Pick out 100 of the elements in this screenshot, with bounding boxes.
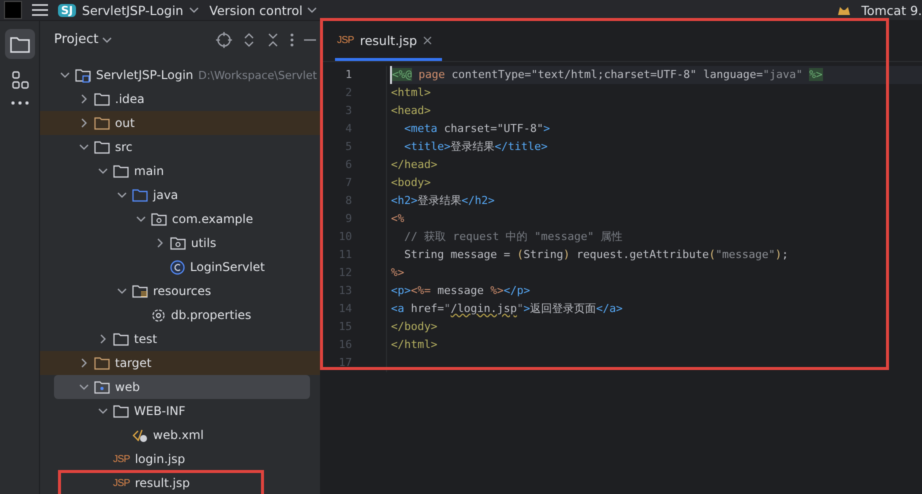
tree-item[interactable]: LoginServlet — [40, 255, 320, 279]
chevron-right-icon[interactable] — [155, 238, 165, 248]
code-line: <h2>登录结果</h2> — [391, 194, 495, 207]
tree-item[interactable]: ServletJSP-Login D:\Workspace\Servlet — [40, 63, 320, 87]
folder-icon — [113, 164, 129, 178]
code-line: // 获取 request 中的 "message" 属性 — [403, 230, 623, 243]
chevron-down-icon[interactable] — [117, 286, 127, 296]
chevron-down-icon[interactable] — [98, 166, 108, 176]
folder-icon — [113, 332, 129, 346]
minimize-icon[interactable] — [304, 38, 316, 42]
chevron-down-icon[interactable] — [79, 382, 89, 392]
code-line: <body> — [391, 176, 431, 189]
chevron-right-icon[interactable] — [79, 94, 89, 104]
chevron-right-icon[interactable] — [79, 118, 89, 128]
folder-icon — [94, 356, 110, 370]
tree-item[interactable]: web.xml — [40, 423, 320, 447]
target-icon[interactable] — [216, 32, 232, 48]
tree-item-label: WEB-INF — [134, 404, 186, 418]
tree-item[interactable]: com.example — [40, 207, 320, 231]
chevron-down-icon[interactable] — [98, 406, 108, 416]
version-control-menu[interactable]: Version control — [209, 2, 317, 18]
tree-item-label: login.jsp — [134, 452, 186, 466]
project-selector[interactable]: SJ ServletJSP-Login — [58, 2, 200, 18]
cat-icon — [837, 4, 852, 16]
tree-item[interactable]: db.properties — [40, 303, 320, 327]
collapse-icon[interactable] — [266, 32, 280, 48]
folder-icon — [94, 116, 110, 130]
tree-item-label: src — [115, 140, 133, 154]
class-icon — [170, 260, 185, 274]
package-icon — [170, 236, 186, 250]
xml-file-icon — [132, 428, 148, 442]
code-line: %> — [391, 266, 404, 279]
chevron-down-icon[interactable] — [189, 5, 200, 15]
tree-item-label: .idea — [115, 92, 145, 106]
settings-icon — [151, 308, 166, 322]
tree-item[interactable]: target — [40, 351, 320, 375]
tree-item[interactable]: main — [40, 159, 320, 183]
code-line: <head> — [391, 104, 431, 117]
chevron-right-icon[interactable] — [79, 358, 89, 368]
code-line: </html> — [391, 338, 438, 351]
tree-item-label: target — [115, 356, 152, 370]
tree-item-label: out — [115, 116, 135, 130]
project-path: D:\Workspace\Servlet — [198, 68, 317, 82]
chevron-down-icon[interactable] — [60, 70, 70, 80]
chevron-down-icon[interactable] — [117, 190, 127, 200]
tree-item-label: result.jsp — [134, 476, 190, 490]
expand-icon[interactable] — [242, 32, 256, 48]
jsp-file-icon: JSP — [113, 454, 130, 464]
chevron-down-icon[interactable] — [306, 5, 317, 15]
web-folder-icon — [94, 380, 110, 394]
tree-item[interactable]: java — [40, 183, 320, 207]
options-icon[interactable] — [290, 32, 294, 48]
code-line: String message = (String) request.getAttribute("message"); — [403, 248, 788, 261]
tree-item[interactable]: .idea — [40, 87, 320, 111]
code-line: <% — [391, 212, 404, 225]
tree-item[interactable]: out — [40, 111, 320, 135]
tree-item-label: utils — [191, 236, 216, 250]
close-icon[interactable] — [423, 36, 432, 45]
code-line: </body> — [391, 320, 438, 333]
tree-item-label: resources — [153, 284, 212, 298]
tree-item[interactable]: test — [40, 327, 320, 351]
line-number: 1 — [344, 67, 353, 83]
code-line: <meta charset="UTF-8"> — [403, 122, 550, 135]
chevron-down-icon[interactable] — [79, 142, 89, 152]
structure-icon[interactable] — [10, 71, 28, 89]
panel-title[interactable]: Project — [54, 32, 98, 47]
tree-item-label: web.xml — [153, 428, 204, 442]
project-tool-button[interactable] — [4, 29, 34, 59]
tree-item[interactable]: utils — [40, 231, 320, 255]
tree-item-label: java — [153, 188, 178, 202]
folder-icon — [94, 140, 110, 154]
code-line: <title>登录结果</title> — [403, 140, 548, 153]
menu-icon[interactable] — [32, 4, 48, 16]
code-line: <a href="/login.jsp">返回登录页面</a> — [391, 302, 623, 315]
project-icon — [75, 68, 91, 82]
tree-item[interactable]: JSP login.jsp — [40, 447, 320, 471]
package-icon — [151, 212, 167, 226]
tree-item[interactable]: resources — [40, 279, 320, 303]
chevron-down-icon[interactable] — [136, 214, 146, 224]
folder-icon — [94, 92, 110, 106]
tree-item-label: db.properties — [171, 308, 252, 322]
tree-item-label: web — [115, 380, 140, 394]
tree-item[interactable]: src — [40, 135, 320, 159]
tree-item-label: test — [134, 332, 158, 346]
more-icon[interactable] — [10, 101, 28, 105]
resources-folder-icon — [132, 284, 148, 298]
jsp-file-icon: JSP — [113, 478, 130, 488]
chevron-right-icon[interactable] — [98, 334, 108, 344]
tree-item[interactable]: JSP result.jsp — [40, 471, 320, 494]
code-line: <html> — [391, 86, 431, 99]
jsp-file-icon: JSP — [337, 35, 354, 46]
folder-icon — [10, 36, 30, 52]
tree-item[interactable]: web — [54, 375, 310, 399]
folder-icon — [113, 404, 129, 418]
tree-item-label: com.example — [172, 212, 254, 226]
run-configuration[interactable]: Tomcat 9. — [861, 2, 922, 18]
code-line: <p><%= message %></p> — [391, 284, 530, 297]
tree-item[interactable]: WEB-INF — [40, 399, 320, 423]
editor-tab[interactable]: JSP result.jsp — [335, 33, 442, 61]
chevron-down-icon[interactable] — [102, 34, 112, 44]
